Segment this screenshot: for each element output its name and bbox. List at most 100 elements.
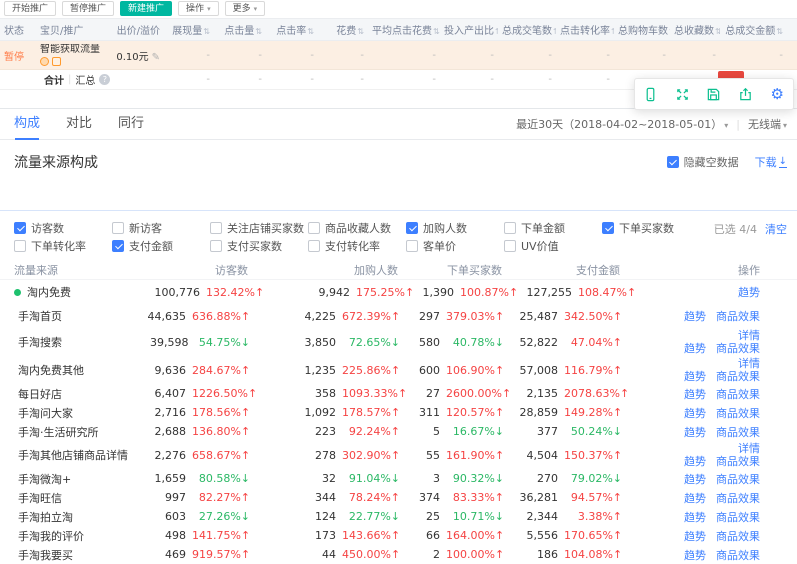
toolbar-button[interactable]: 操作▾ [178, 1, 219, 16]
product-effect-link[interactable]: 商品效果 [716, 473, 760, 486]
column-header[interactable]: 展现量⇅ [164, 22, 214, 37]
traffic-source-name: 手淘我要买 [0, 547, 150, 563]
trend-link[interactable]: 趋势 [684, 388, 706, 401]
metric-checkbox[interactable]: 支付转化率 [308, 238, 406, 254]
campaign-row[interactable]: 暂停智能获取流量0.10元✎----------- [0, 41, 797, 70]
trend-link[interactable]: 趋势 [684, 370, 706, 383]
save-icon[interactable] [705, 85, 723, 103]
help-icon[interactable] [99, 74, 110, 85]
metric-checkbox[interactable]: 加购人数 [406, 220, 504, 236]
metric-checkbox[interactable]: 关注店铺买家数 [210, 220, 308, 236]
metric-filters: 访客数新访客关注店铺买家数商品收藏人数加购人数下单金额下单买家数 下单转化率支付… [0, 210, 797, 261]
product-effect-link[interactable]: 商品效果 [716, 370, 760, 383]
trend-link[interactable]: 趋势 [684, 426, 706, 439]
metric-value: 25 [400, 510, 440, 523]
date-range-select[interactable]: 最近30天（2018-04-02~2018-05-01）▾ [516, 116, 728, 132]
product-effect-link[interactable]: 商品效果 [716, 492, 760, 505]
column-header[interactable]: 投入产出比⇅ [440, 22, 498, 37]
sort-icon[interactable]: ⇅ [255, 27, 262, 36]
tab-active[interactable]: 构成 [14, 109, 40, 139]
sort-icon[interactable]: ⇅ [307, 27, 314, 36]
product-effect-link[interactable]: 商品效果 [716, 511, 760, 524]
metric-checkbox[interactable]: 下单买家数 [602, 220, 700, 236]
product-effect-link[interactable]: 商品效果 [716, 530, 760, 543]
campaign-name-cell[interactable]: 智能获取流量 [36, 44, 106, 66]
floating-toolbar: ⚙ [634, 78, 794, 110]
product-effect-link[interactable]: 商品效果 [716, 455, 760, 468]
metric-checkbox[interactable]: 支付金额 [112, 238, 210, 254]
visitors-cell: 2,276658.67%↑ [150, 449, 250, 462]
column-header[interactable]: 总成交金额⇅ [720, 22, 787, 37]
trend-link[interactable]: 趋势 [684, 549, 706, 562]
metric-value: 25,487 [504, 310, 558, 323]
sort-icon[interactable]: ⇅ [203, 27, 210, 36]
hide-empty-checkbox[interactable]: 隐藏空数据 [667, 154, 739, 170]
tab-item[interactable]: 对比 [66, 109, 92, 139]
metric-checkbox[interactable]: 下单金额 [504, 220, 602, 236]
column-header[interactable]: 点击率⇅ [266, 22, 318, 37]
actions-cell: 详情趋势商品效果 [622, 329, 797, 355]
product-effect-link[interactable]: 商品效果 [716, 407, 760, 420]
table-row: 手淘搜索39,59854.75%↓3,85072.65%↓58040.78%↓5… [0, 328, 797, 356]
pay-cell: 57,008116.79%↑ [504, 364, 622, 377]
download-button[interactable]: 下载 ↓ [755, 154, 787, 170]
trend-link[interactable]: 趋势 [684, 407, 706, 420]
detail-link[interactable]: 详情 [738, 357, 760, 370]
checkbox-icon [504, 240, 516, 252]
metric-checkbox[interactable]: 支付买家数 [210, 238, 308, 254]
metric-value: 57,008 [504, 364, 558, 377]
column-header[interactable]: 总购物车数⇅ [614, 22, 670, 37]
column-header[interactable]: 总成交笔数⇅ [498, 22, 556, 37]
column-header[interactable]: 平均点击花费⇅ [368, 22, 440, 37]
chevron-down-icon: ▾ [724, 121, 728, 130]
edit-icon[interactable]: ✎ [152, 52, 160, 63]
metric-checkbox[interactable]: 访客数 [14, 220, 112, 236]
clear-link[interactable]: 清空 [765, 223, 787, 236]
product-effect-link[interactable]: 商品效果 [716, 388, 760, 401]
product-effect-link[interactable]: 商品效果 [716, 342, 760, 355]
trend-link[interactable]: 趋势 [684, 310, 706, 323]
column-header[interactable]: 花费⇅ [318, 22, 368, 37]
trend-link[interactable]: 趋势 [684, 455, 706, 468]
screen: 开始推广暂停推广新建推广操作▾更多▾ 状态宝贝/推广出价/溢价展现量⇅点击量⇅点… [0, 0, 797, 564]
column-header[interactable]: 总收藏数⇅ [670, 22, 720, 37]
detail-link[interactable]: 详情 [738, 329, 760, 342]
sort-icon[interactable]: ⇅ [357, 27, 364, 36]
detail-link[interactable]: 详情 [738, 442, 760, 455]
pay-cell: 2,3443.38%↑ [504, 510, 622, 523]
column-header[interactable]: 点击量⇅ [214, 22, 266, 37]
settings-gear-icon[interactable]: ⚙ [768, 85, 786, 103]
fullscreen-icon[interactable] [673, 85, 691, 103]
metric-checkbox[interactable]: 客单价 [406, 238, 504, 254]
buyers-cell: 37483.33%↑ [400, 491, 504, 504]
tab-item[interactable]: 同行 [118, 109, 144, 139]
trend-link[interactable]: 趋势 [684, 473, 706, 486]
metric-checkbox[interactable]: 商品收藏人数 [308, 220, 406, 236]
metric-checkbox[interactable]: 下单转化率 [14, 238, 112, 254]
share-icon[interactable] [737, 85, 755, 103]
product-effect-link[interactable]: 商品效果 [716, 310, 760, 323]
trend-link[interactable]: 趋势 [684, 492, 706, 505]
mobile-preview-icon[interactable] [642, 85, 660, 103]
buyers-cell: 272600.00%↑ [400, 387, 504, 400]
toolbar-button[interactable]: 新建推广 [120, 1, 172, 16]
toolbar-button[interactable]: 暂停推广 [62, 1, 114, 16]
terminal-select[interactable]: 无线端▾ [748, 116, 787, 132]
toolbar-button[interactable]: 开始推广 [4, 1, 56, 16]
trend-link[interactable]: 趋势 [684, 530, 706, 543]
toolbar-button[interactable]: 更多▾ [225, 1, 266, 16]
sort-icon[interactable]: ⇅ [776, 27, 783, 36]
metric-change: 91.04%↓ [342, 472, 400, 485]
column-header[interactable]: 点击转化率⇅ [556, 22, 614, 37]
sort-icon[interactable]: ⇅ [433, 27, 440, 36]
metric-change: 2078.63%↑ [564, 387, 622, 400]
trend-link[interactable]: 趋势 [684, 511, 706, 524]
trend-link[interactable]: 趋势 [684, 342, 706, 355]
metric-checkbox[interactable]: 新访客 [112, 220, 210, 236]
product-effect-link[interactable]: 商品效果 [716, 549, 760, 562]
metric-value: 358 [250, 387, 336, 400]
trend-link[interactable]: 趋势 [738, 286, 760, 299]
metric-checkbox[interactable]: UV价值 [504, 238, 602, 254]
product-effect-link[interactable]: 商品效果 [716, 426, 760, 439]
metric-value: 270 [504, 472, 558, 485]
